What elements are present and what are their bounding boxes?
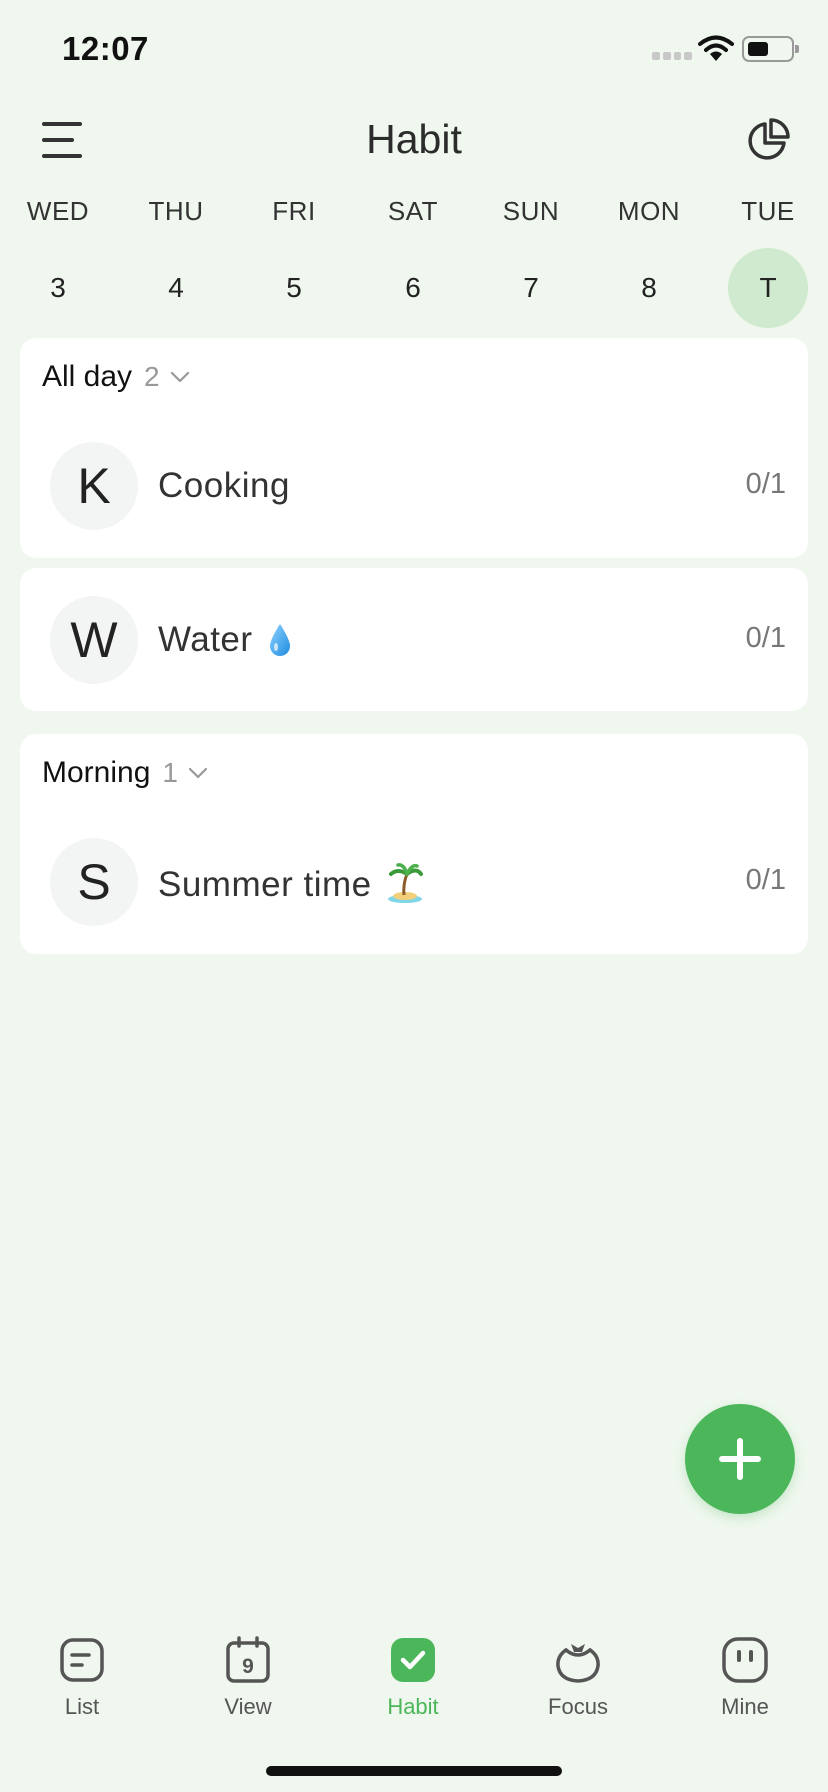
day-name: TUE [741,196,795,226]
tab-label: Focus [548,1694,608,1719]
day-name: SUN [502,196,560,226]
day-number: 4 [168,272,184,303]
tomato-timer-icon [556,1644,600,1683]
list-icon [60,1638,104,1682]
day-name: THU [148,196,204,226]
habit-check-icon [391,1638,435,1682]
day-number: 5 [286,272,302,303]
day-name: WED [26,196,90,226]
bottom-tab-bar: List 9 View Habit Focus Mine [0,1620,828,1730]
day-number: 7 [523,272,539,303]
battery-icon [742,36,799,62]
habit-name: Water [158,620,253,659]
tab-list[interactable]: List [22,1620,142,1730]
water-drop-icon [269,624,290,656]
home-indicator[interactable] [266,1766,562,1776]
habit-avatar: S [50,838,138,926]
section-title: Morning [42,756,151,789]
tab-label: View [224,1694,272,1719]
tab-view[interactable]: 9 View [188,1620,308,1730]
section-card-all-day: All day 2 K Cooking 0/1 [20,338,808,558]
section-count: 2 [144,361,160,392]
habit-name: Cooking [158,466,290,505]
day-name: MON [617,196,681,226]
section-header-morning[interactable]: Morning 1 [42,756,208,790]
calendar-icon: 9 [226,1636,270,1683]
habit-name-wrapper: Summer time [158,862,424,905]
week-strip: WED 3 THU 4 FRI 5 SAT 6 SUN 7 MON 8 TUE … [0,190,828,340]
habit-avatar: K [50,442,138,530]
day-name: SAT [387,196,439,226]
add-habit-button[interactable] [685,1404,795,1514]
tab-label: Mine [721,1694,769,1719]
section-header-all-day[interactable]: All day 2 [42,360,190,394]
day-wed[interactable]: WED 3 [8,190,108,340]
day-fri[interactable]: FRI 5 [244,190,344,340]
habit-card-water: W Water 0/1 [20,568,808,711]
wifi-icon [698,35,734,61]
habit-avatar: W [50,596,138,684]
habit-name: Summer time [158,865,372,904]
desert-island-icon [387,863,423,903]
day-number: 3 [50,272,66,303]
chevron-down-icon [170,371,189,383]
day-tue[interactable]: TUE T [718,190,818,340]
day-number: 8 [641,272,657,303]
page-title: Habit [366,116,462,162]
tab-focus[interactable]: Focus [518,1620,638,1730]
cellular-signal-icon [652,52,692,62]
habit-progress: 0/1 [745,622,786,654]
day-sat[interactable]: SAT 6 [363,190,463,340]
day-number: 6 [405,272,421,303]
tab-label: List [64,1694,100,1719]
status-time: 12:07 [62,30,149,67]
habit-screen: 12:07 Habit WED 3 THU 4 FRI 5 SAT 6 SUN … [0,0,828,1792]
section-title: All day [42,360,133,393]
day-thu[interactable]: THU 4 [126,190,226,340]
tab-habit[interactable]: Habit [353,1620,473,1730]
habit-row-summer-time[interactable]: S Summer time 0/1 [20,832,808,932]
habit-row-water[interactable]: W Water 0/1 [20,590,808,690]
calendar-icon-day: 9 [242,1655,254,1678]
habit-name-wrapper: Water [158,620,291,660]
day-number-selected: T [728,248,808,328]
habit-row-cooking[interactable]: K Cooking 0/1 [20,436,808,536]
day-sun[interactable]: SUN 7 [481,190,581,340]
habit-progress: 0/1 [745,864,786,896]
day-mon[interactable]: MON 8 [599,190,699,340]
habit-progress: 0/1 [745,468,786,500]
day-name: FRI [272,196,316,226]
tab-label: Habit [387,1694,439,1719]
pie-chart-icon[interactable] [746,118,790,162]
chevron-down-icon [188,767,208,779]
profile-icon [722,1637,768,1683]
section-count: 1 [162,757,178,788]
tab-mine[interactable]: Mine [685,1620,805,1730]
section-card-morning: Morning 1 S Summer time 0/1 [20,734,808,954]
